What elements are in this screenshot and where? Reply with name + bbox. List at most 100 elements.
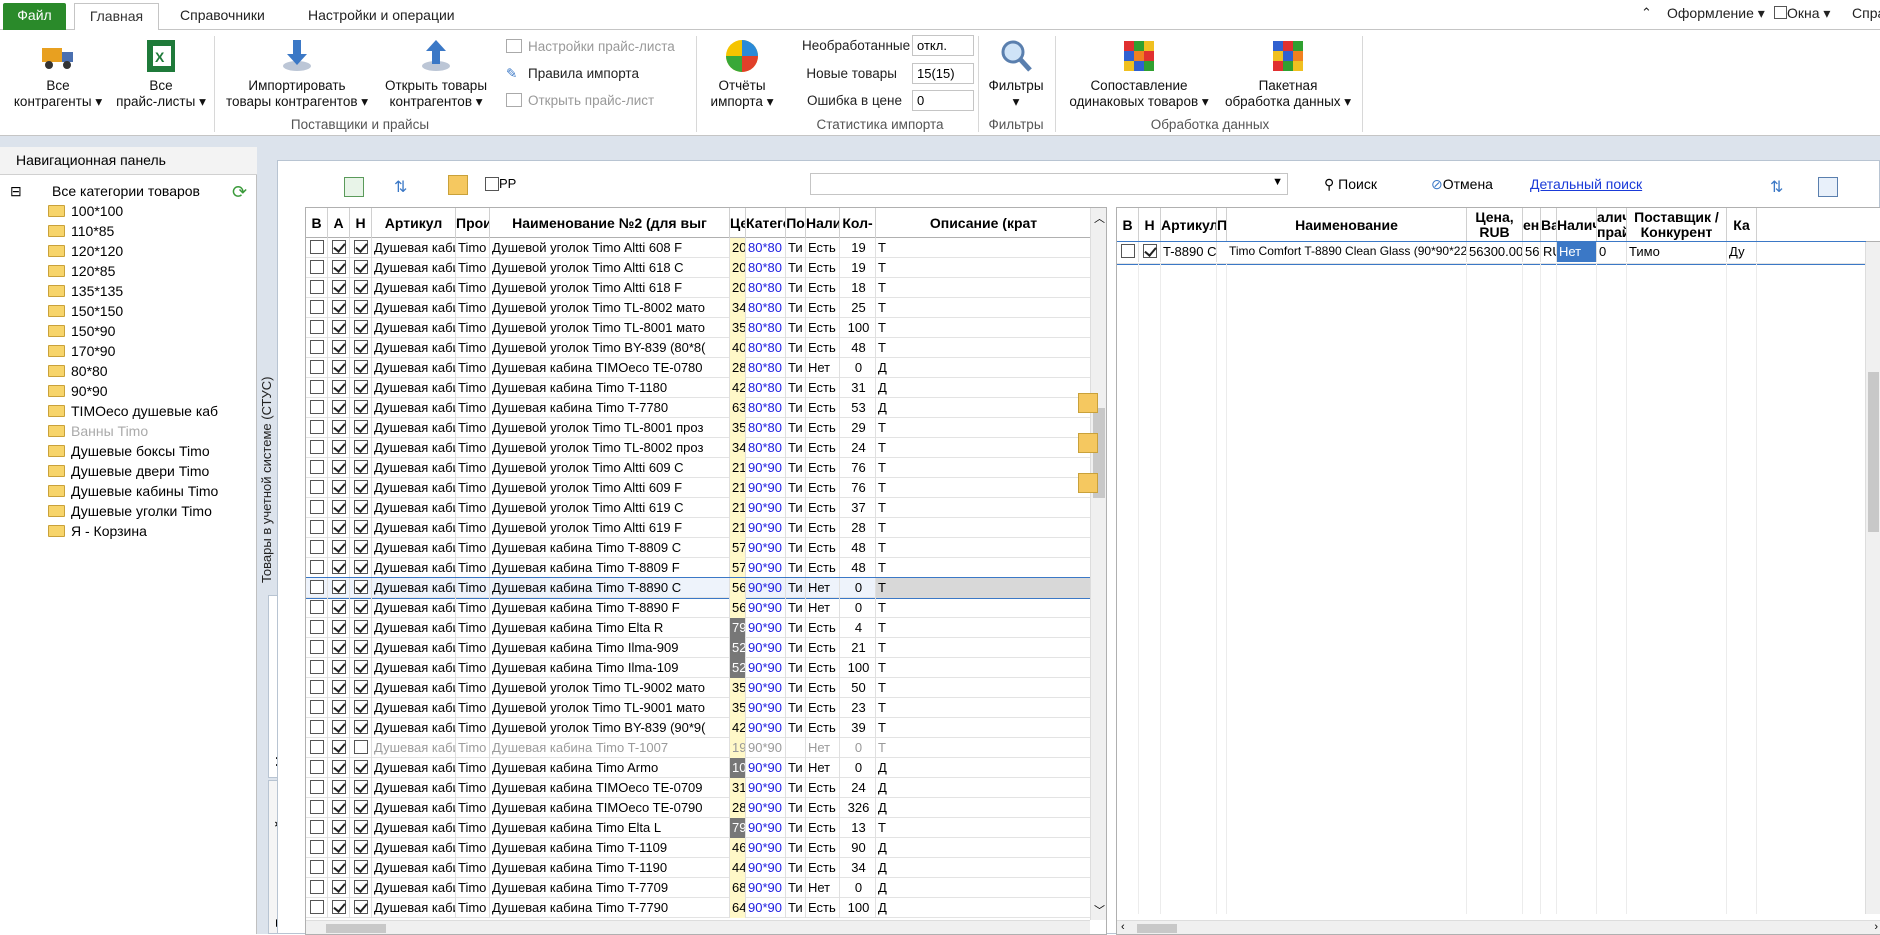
row-checkbox[interactable]: [309, 540, 324, 554]
row-checkbox[interactable]: [309, 400, 324, 414]
row-checkbox[interactable]: [331, 880, 346, 894]
table-row[interactable]: Душевая каби Timo Душевой уголок Timo BY-8…: [306, 338, 1092, 358]
row-checkbox[interactable]: [309, 740, 324, 754]
vertical-scrollbar[interactable]: [1865, 242, 1880, 914]
row-checkbox[interactable]: [353, 680, 368, 694]
sort-icon[interactable]: ⇅: [394, 177, 414, 197]
filter-combobox[interactable]: ▼: [810, 173, 1288, 195]
row-checkbox[interactable]: [331, 740, 346, 754]
row-checkbox[interactable]: [331, 860, 346, 874]
row-checkbox[interactable]: [309, 580, 324, 594]
scrollbar-thumb[interactable]: [1868, 372, 1879, 532]
edit-folder-icon[interactable]: [1078, 473, 1098, 493]
row-checkbox[interactable]: [353, 360, 368, 374]
tree-category-item[interactable]: Душевые кабины Timo: [48, 481, 218, 501]
row-checkbox[interactable]: [353, 480, 368, 494]
vertical-scrollbar[interactable]: ︿ ﹀: [1090, 208, 1106, 920]
row-checkbox[interactable]: [331, 400, 346, 414]
row-checkbox[interactable]: [353, 840, 368, 854]
column-header[interactable]: Наличи: [1557, 208, 1597, 242]
table-row[interactable]: Душевая каби Timo Душевая кабина Timo T-11…: [306, 378, 1092, 398]
row-checkbox[interactable]: [353, 500, 368, 514]
row-checkbox[interactable]: [353, 600, 368, 614]
row-checkbox[interactable]: [331, 620, 346, 634]
row-checkbox[interactable]: [353, 760, 368, 774]
row-checkbox[interactable]: [309, 560, 324, 574]
row-checkbox[interactable]: [353, 640, 368, 654]
row-checkbox[interactable]: [353, 800, 368, 814]
row-checkbox[interactable]: [331, 840, 346, 854]
all-pricelists-button[interactable]: X Все прайс-листы ▾: [112, 38, 210, 110]
row-checkbox[interactable]: [353, 540, 368, 554]
table-row[interactable]: Душевая каби Timo Душевой уголок Timo TL-8…: [306, 438, 1092, 458]
detailed-search-link[interactable]: Детальный поиск: [1530, 176, 1642, 192]
column-header[interactable]: Кол-: [840, 208, 876, 238]
chevron-left-icon[interactable]: ‹: [1121, 921, 1125, 933]
row-checkbox[interactable]: [331, 320, 346, 334]
row-checkbox[interactable]: [353, 880, 368, 894]
row-checkbox[interactable]: [309, 440, 324, 454]
row-checkbox[interactable]: [1142, 244, 1157, 258]
row-checkbox[interactable]: [331, 780, 346, 794]
windows-menu[interactable]: Окна ▾: [1774, 5, 1830, 22]
pp-checkbox-box[interactable]: [485, 177, 499, 191]
pp-checkbox[interactable]: РР: [485, 175, 516, 191]
column-header[interactable]: Наименование №2 (для выг: [490, 208, 730, 238]
tab-file[interactable]: Файл: [3, 3, 66, 30]
row-checkbox[interactable]: [1120, 244, 1135, 258]
row-checkbox[interactable]: [331, 480, 346, 494]
cancel-button[interactable]: ⊘Отмена: [1431, 176, 1493, 193]
tree-category-item[interactable]: 100*100: [48, 201, 123, 221]
row-checkbox[interactable]: [353, 460, 368, 474]
table-row[interactable]: Душевая каби Timo Душевая кабина TIMOeco T…: [306, 798, 1092, 818]
table-row[interactable]: Душевая каби Timo Душевая кабина Timo Ilma…: [306, 658, 1092, 678]
panel-icon[interactable]: [1818, 177, 1838, 197]
caret-up-icon[interactable]: ⌃: [1641, 5, 1652, 21]
horizontal-scrollbar[interactable]: ‹ ›: [1117, 920, 1880, 934]
tree-category-item[interactable]: Я - Корзина: [48, 521, 147, 541]
row-checkbox[interactable]: [331, 240, 346, 254]
tree-category-item[interactable]: 150*150: [48, 301, 123, 321]
all-contractors-button[interactable]: Все контрагенты ▾: [6, 38, 110, 110]
row-checkbox[interactable]: [309, 260, 324, 274]
row-checkbox[interactable]: [309, 780, 324, 794]
column-header[interactable]: Артикул: [372, 208, 456, 238]
column-header[interactable]: В: [1117, 208, 1139, 242]
tree-category-item[interactable]: Душевые уголки Timo: [48, 501, 212, 521]
column-header[interactable]: Поставщик / Конкурент: [1627, 208, 1727, 242]
column-header[interactable]: Н: [350, 208, 372, 238]
tree-category-item[interactable]: 135*135: [48, 281, 123, 301]
row-checkbox[interactable]: [309, 520, 324, 534]
link-folder-icon[interactable]: [1078, 393, 1098, 413]
tab-references[interactable]: Справочники: [168, 3, 277, 30]
table-row[interactable]: Душевая каби Timo Душевая кабина Timo T-11…: [306, 858, 1092, 878]
import-rules-button[interactable]: ✎ Правила импорта: [506, 66, 639, 81]
row-checkbox[interactable]: [331, 520, 346, 534]
table-row[interactable]: Душевая каби Timo Душевая кабина Timo T-11…: [306, 838, 1092, 858]
row-checkbox[interactable]: [353, 260, 368, 274]
table-row[interactable]: Душевая каби Timo Душевой уголок Timo Altt…: [306, 478, 1092, 498]
table-row[interactable]: T-8890 C Timo Comfort T-8890 Clean Glass …: [1117, 241, 1866, 265]
row-checkbox[interactable]: [353, 560, 368, 574]
table-row[interactable]: Душевая каби Timo Душевая кабина TIMOeco T…: [306, 778, 1092, 798]
row-checkbox[interactable]: [353, 720, 368, 734]
row-checkbox[interactable]: [353, 900, 368, 914]
row-checkbox[interactable]: [309, 340, 324, 354]
sort-icon[interactable]: ⇅: [1770, 177, 1790, 197]
column-header[interactable]: Описание (крат: [876, 208, 1092, 238]
table-row[interactable]: Душевая каби Timo Душевая кабина Timo T-88…: [306, 577, 1092, 599]
row-checkbox[interactable]: [309, 840, 324, 854]
row-checkbox[interactable]: [353, 400, 368, 414]
compare-goods-button[interactable]: Сопоставление одинаковых товаров ▾: [1060, 38, 1218, 110]
table-row[interactable]: Душевая каби Timo Душевая кабина Timo T-88…: [306, 558, 1092, 578]
row-checkbox[interactable]: [331, 720, 346, 734]
row-checkbox[interactable]: [353, 320, 368, 334]
column-header[interactable]: А: [328, 208, 350, 238]
table-row[interactable]: Душевая каби Timo Душевой уголок Timo BY-8…: [306, 718, 1092, 738]
column-header[interactable]: В: [306, 208, 328, 238]
row-checkbox[interactable]: [309, 680, 324, 694]
table-row[interactable]: Душевая каби Timo Душевая кабина Timo T-77…: [306, 898, 1092, 918]
row-checkbox[interactable]: [309, 660, 324, 674]
row-checkbox[interactable]: [331, 300, 346, 314]
row-checkbox[interactable]: [353, 860, 368, 874]
